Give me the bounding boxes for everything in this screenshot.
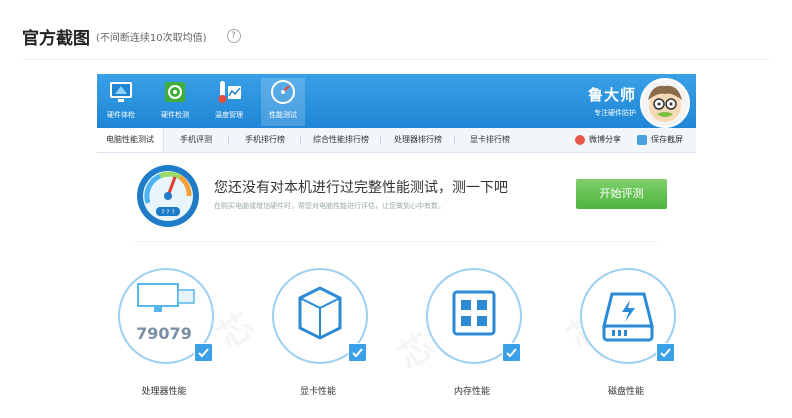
- check-icon: [198, 348, 209, 358]
- tab-overall-ranking[interactable]: 综合性能排行榜: [301, 128, 381, 152]
- banner-divider: [135, 241, 658, 242]
- thermometer-icon: [218, 81, 241, 103]
- checkbox-disk[interactable]: [656, 343, 675, 362]
- tab-pc-performance[interactable]: 电脑性能测试: [97, 128, 164, 152]
- banner-title: 您还没有对本机进行过完整性能测试，测一下吧: [214, 180, 508, 196]
- speed-gauge-icon: ? ? ?: [137, 165, 199, 227]
- tab-label: 综合性能排行榜: [313, 135, 369, 144]
- top-toolbar: 硬件体检 硬件检测 温度管理 性能测试 鲁大师 专注硬件防护: [97, 74, 696, 128]
- check-icon: [660, 348, 671, 358]
- weibo-share-button[interactable]: 微博分享: [575, 128, 621, 152]
- tab-phone-review[interactable]: 手机评测: [163, 128, 229, 152]
- checkbox-memory[interactable]: [502, 343, 521, 362]
- chip-icon: [165, 82, 185, 102]
- brand-name: 鲁大师: [587, 86, 636, 104]
- checkbox-cpu[interactable]: [194, 343, 213, 362]
- save-screenshot-button[interactable]: 保存截屏: [637, 128, 683, 152]
- save-label: 保存截屏: [651, 135, 683, 144]
- tab-label: 显卡排行榜: [470, 135, 510, 144]
- monitor-icon: [110, 82, 132, 102]
- test-banner: ? ? ? 您还没有对本机进行过完整性能测试，测一下吧 在购买电脑或增加硬件时，…: [97, 153, 696, 241]
- toolbar-item-hardware-detect[interactable]: 硬件检测: [153, 78, 197, 126]
- share-label: 微博分享: [589, 135, 621, 144]
- brand-slogan: 专注硬件防护: [594, 109, 636, 117]
- weibo-icon: [575, 135, 585, 145]
- toolbar-item-temperature[interactable]: 温度管理: [207, 78, 251, 126]
- check-icon: [352, 348, 363, 358]
- gauge-icon: [271, 80, 295, 104]
- header-divider: [22, 59, 770, 60]
- page-title: 官方截图: [22, 28, 90, 49]
- camera-icon: [637, 135, 647, 145]
- category-gpu[interactable]: 显卡性能: [270, 268, 370, 418]
- gauge-label: ? ? ?: [161, 209, 174, 216]
- toolbar-label: 硬件检测: [161, 111, 189, 119]
- category-label: 内存性能: [453, 387, 490, 397]
- screenshot-header: 官方截图 (不间断连续10次取均值) ?: [22, 24, 241, 49]
- cpu-score: 79079: [136, 324, 192, 343]
- toolbar-label: 硬件体检: [107, 111, 135, 119]
- category-memory[interactable]: 内存性能: [424, 268, 524, 418]
- page-subtitle: (不间断连续10次取均值): [96, 32, 207, 44]
- toolbar-item-hardware-checkup[interactable]: 硬件体检: [99, 78, 143, 126]
- category-label: 显卡性能: [299, 387, 336, 397]
- brand-block: 鲁大师 专注硬件防护: [588, 84, 636, 118]
- help-icon[interactable]: ?: [226, 29, 241, 43]
- toolbar-label: 性能测试: [269, 111, 297, 119]
- toolbar-item-performance[interactable]: 性能测试: [261, 78, 305, 126]
- mascot-icon: [648, 85, 682, 122]
- category-label: 处理器性能: [141, 387, 187, 397]
- category-label: 磁盘性能: [607, 387, 644, 397]
- banner-subtitle: 在购买电脑或增加硬件时，帮您对电脑性能进行评估，让您做到心中有数。: [214, 202, 445, 210]
- category-cpu[interactable]: 79079 处理器性能: [116, 268, 216, 418]
- tab-gpu-ranking[interactable]: 显卡排行榜: [455, 128, 525, 152]
- start-test-button[interactable]: 开始评测: [576, 179, 667, 209]
- tab-label: 手机排行榜: [245, 135, 285, 144]
- tab-phone-ranking[interactable]: 手机排行榜: [229, 128, 301, 152]
- check-icon: [506, 348, 517, 358]
- tab-label: 处理器排行榜: [394, 135, 442, 144]
- tab-cpu-ranking[interactable]: 处理器排行榜: [381, 128, 455, 152]
- category-disk[interactable]: 磁盘性能: [578, 268, 678, 418]
- mascot-avatar: [640, 78, 690, 128]
- app-window: 硬件体检 硬件检测 温度管理 性能测试 鲁大师 专注硬件防护 电脑性能测试 手机…: [97, 74, 696, 418]
- tab-bar: 电脑性能测试 手机评测 手机排行榜 综合性能排行榜 处理器排行榜 显卡排行榜 微…: [97, 128, 696, 153]
- checkbox-gpu[interactable]: [348, 343, 367, 362]
- tab-label: 电脑性能测试: [106, 135, 154, 144]
- toolbar-label: 温度管理: [215, 111, 243, 119]
- tab-label: 手机评测: [180, 135, 212, 144]
